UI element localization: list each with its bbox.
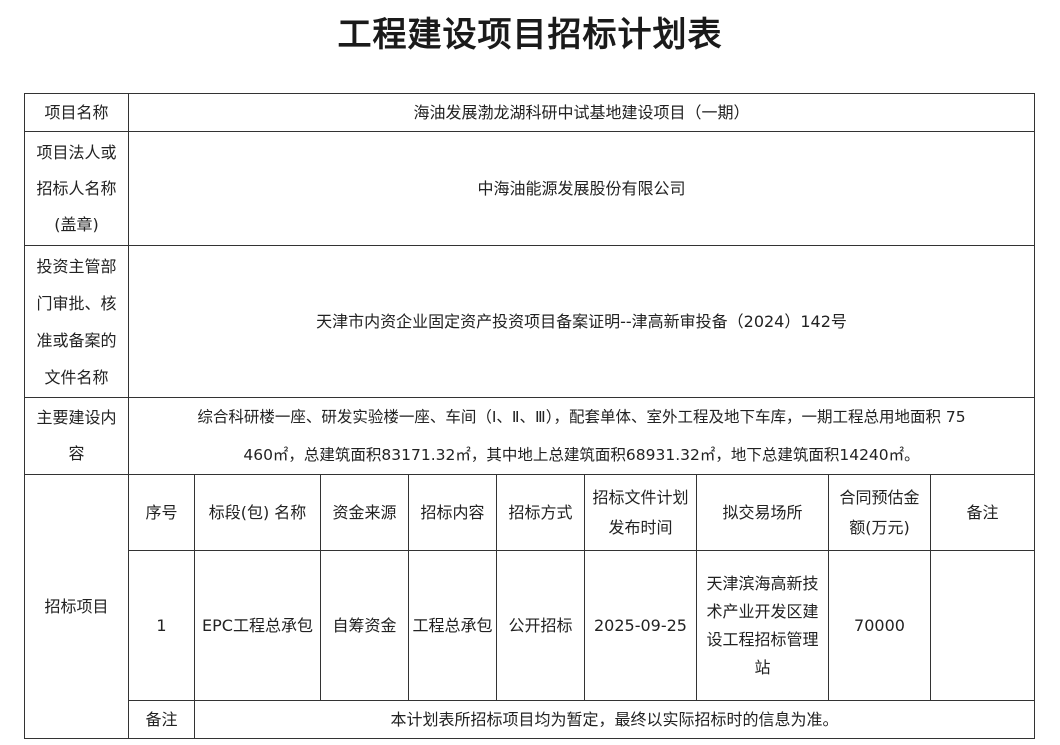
item-venue-line: 设工程招标管理	[706, 629, 819, 649]
legal-person-label-line: 项目法人或	[36, 142, 117, 162]
main-content-line: 综合科研楼一座、研发实验楼一座、车间（Ⅰ、Ⅱ、Ⅲ），配套单体、室外工程及地下车库…	[197, 408, 966, 426]
item-method: 公开招标	[496, 550, 585, 701]
tender-item-row: 1 EPC工程总承包 自筹资金 工程总承包 公开招标 2025-09-25 天津…	[25, 550, 1035, 701]
note-value: 本计划表所招标项目均为暂定，最终以实际招标时的信息为准。	[194, 700, 1035, 739]
item-venue-line: 站	[754, 657, 771, 677]
legal-person-label-line: 招标人名称	[36, 178, 117, 198]
row-legal-person: 项目法人或 招标人名称 (盖章) 中海油能源发展股份有限公司	[24, 131, 1035, 246]
item-content: 工程总承包	[408, 550, 497, 701]
main-content-label-line: 主要建设内	[36, 408, 117, 427]
approval-doc-label-line: 准或备案的	[36, 330, 117, 350]
main-content-line: 460㎡，总建筑面积83171.32㎡，其中地上总建筑面积68931.32㎡，地…	[243, 446, 920, 464]
header-time-line: 招标文件计划	[592, 487, 689, 507]
item-amount: 70000	[828, 550, 931, 701]
item-venue-line: 术产业开发区建	[706, 601, 819, 621]
main-content-value: 综合科研楼一座、研发实验楼一座、车间（Ⅰ、Ⅱ、Ⅲ），配套单体、室外工程及地下车库…	[128, 397, 1035, 475]
header-section: 标段(包) 名称	[194, 474, 321, 551]
item-time: 2025-09-25	[584, 550, 697, 701]
item-seq: 1	[128, 550, 195, 701]
row-approval-doc: 投资主管部 门审批、核 准或备案的 文件名称 天津市内资企业固定资产投资项目备案…	[24, 245, 1035, 398]
project-name-value: 海油发展渤龙湖科研中试基地建设项目（一期）	[128, 93, 1035, 132]
item-fund: 自筹资金	[320, 550, 409, 701]
legal-person-label: 项目法人或 招标人名称 (盖章)	[24, 131, 129, 246]
item-venue: 天津滨海高新技 术产业开发区建 设工程招标管理 站	[696, 550, 829, 701]
header-seq: 序号	[128, 474, 195, 551]
approval-doc-label-line: 投资主管部	[36, 256, 117, 276]
note-label: 备注	[128, 700, 195, 739]
header-amount-line: 额(万元)	[849, 517, 910, 537]
project-name-label: 项目名称	[24, 93, 129, 132]
approval-doc-label: 投资主管部 门审批、核 准或备案的 文件名称	[24, 245, 129, 398]
header-fund: 资金来源	[320, 474, 409, 551]
item-venue-line: 天津滨海高新技	[706, 573, 819, 593]
page-title: 工程建设项目招标计划表	[337, 15, 723, 55]
main-content-label: 主要建设内 容	[24, 397, 129, 475]
header-content: 招标内容	[408, 474, 497, 551]
item-remark	[930, 550, 1035, 701]
main-content-label-line: 容	[68, 444, 85, 463]
item-section: EPC工程总承包	[194, 550, 321, 701]
header-time: 招标文件计划 发布时间	[584, 474, 697, 551]
approval-doc-value: 天津市内资企业固定资产投资项目备案证明--津高新审投备（2024）142号	[128, 245, 1035, 398]
legal-person-value: 中海油能源发展股份有限公司	[128, 131, 1035, 246]
header-venue: 拟交易场所	[696, 474, 829, 551]
header-time-line: 发布时间	[608, 517, 673, 537]
header-amount-line: 合同预估金	[839, 487, 920, 507]
tender-section-label: 招标项目	[24, 474, 129, 739]
row-project-name: 项目名称 海油发展渤龙湖科研中试基地建设项目（一期）	[24, 93, 1035, 132]
approval-doc-label-line: 文件名称	[44, 367, 109, 387]
header-amount: 合同预估金 额(万元)	[828, 474, 931, 551]
header-remark: 备注	[930, 474, 1035, 551]
approval-doc-label-line: 门审批、核	[36, 293, 117, 313]
tender-header-row: 招标项目 序号 标段(包) 名称 资金来源 招标内容 招标方式 招标文件计划 发…	[24, 474, 1035, 739]
legal-person-label-line: (盖章)	[54, 214, 99, 234]
row-main-content: 主要建设内 容 综合科研楼一座、研发实验楼一座、车间（Ⅰ、Ⅱ、Ⅲ），配套单体、室…	[24, 397, 1035, 475]
tender-note-row: 备注 本计划表所招标项目均为暂定，最终以实际招标时的信息为准。	[25, 700, 1035, 739]
tender-plan-table: 项目名称 海油发展渤龙湖科研中试基地建设项目（一期） 项目法人或 招标人名称 (…	[24, 93, 1035, 739]
header-method: 招标方式	[496, 474, 585, 551]
